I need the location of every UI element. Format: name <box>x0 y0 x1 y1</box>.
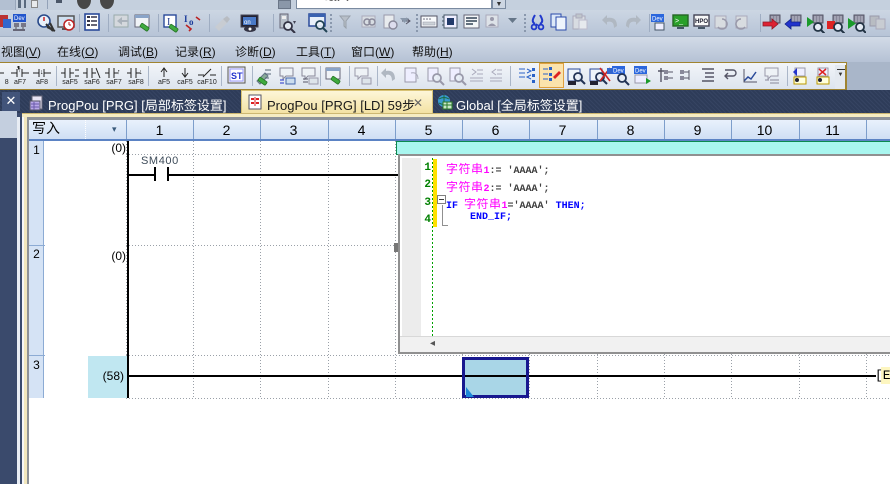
svg-text:ST: ST <box>231 71 243 81</box>
svg-text:↑: ↑ <box>117 69 121 76</box>
svg-text:↓: ↓ <box>40 69 44 76</box>
svg-text:Dev: Dev <box>14 16 25 22</box>
svg-text:Dev: Dev <box>635 69 646 75</box>
svg-text:o: o <box>189 17 194 27</box>
svg-text:on: on <box>244 20 251 26</box>
svg-text:↑: ↑ <box>18 67 22 74</box>
svg-text:I: I <box>184 14 188 24</box>
svg-text:Dev: Dev <box>652 17 663 23</box>
svg-text:>_: >_ <box>675 18 683 25</box>
svg-text:HPO: HPO <box>695 19 708 25</box>
svg-text:↓: ↓ <box>139 69 143 76</box>
